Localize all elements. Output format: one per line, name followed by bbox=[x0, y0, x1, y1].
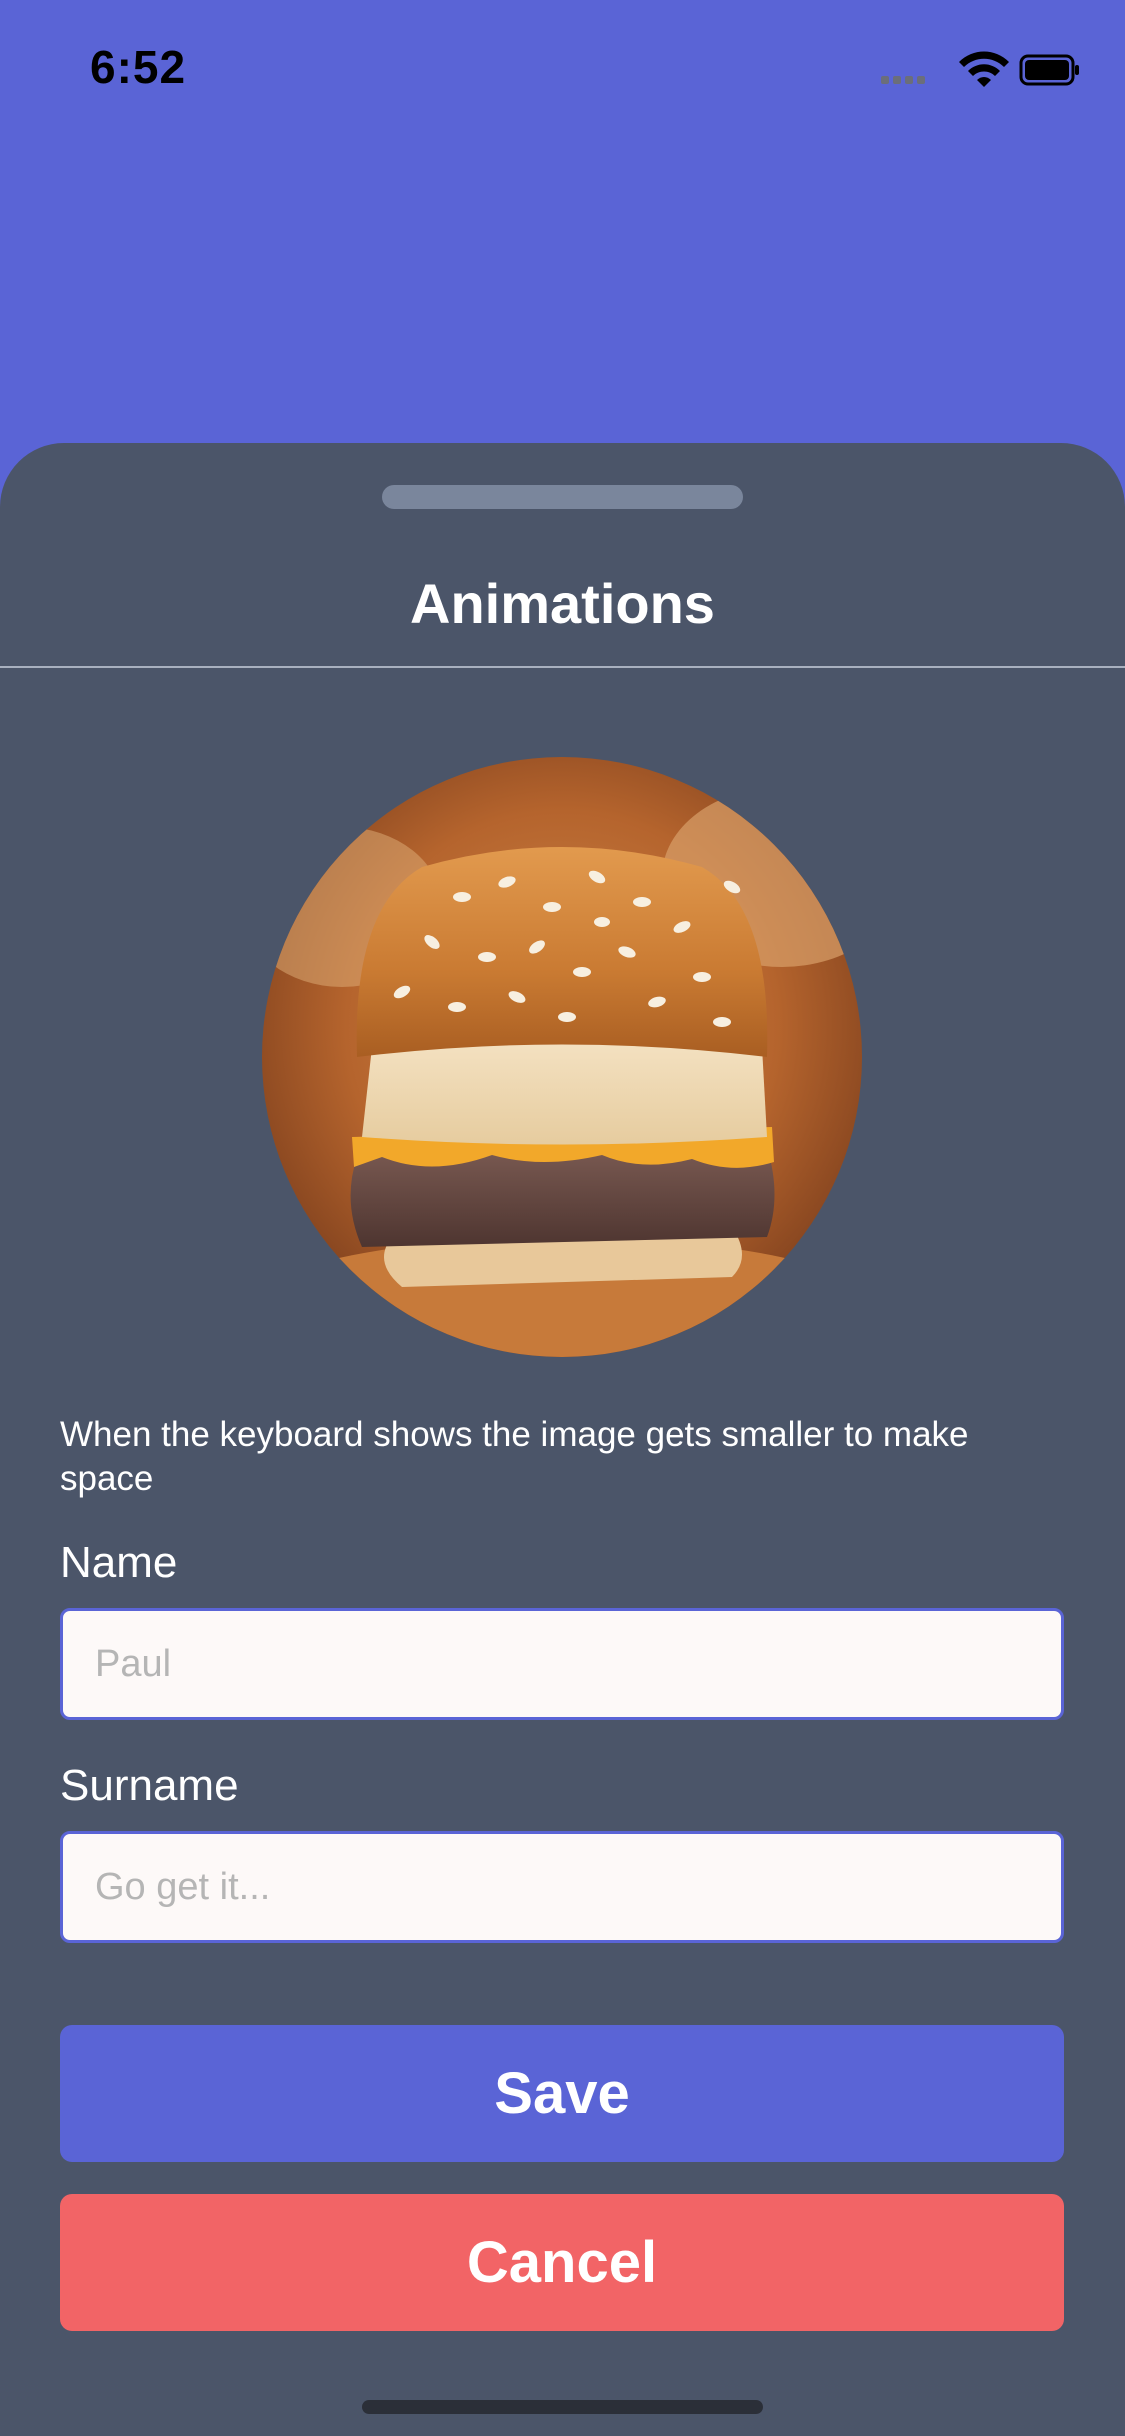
name-label: Name bbox=[60, 1538, 178, 1587]
battery-icon bbox=[1019, 54, 1079, 86]
home-indicator[interactable] bbox=[362, 2400, 763, 2414]
cellular-signal-icon bbox=[881, 76, 925, 84]
status-bar: 6:52 bbox=[0, 0, 1125, 140]
bottom-sheet: Animations When the keyboard shows the i… bbox=[0, 443, 1125, 2436]
name-input[interactable] bbox=[60, 1608, 1064, 1720]
wifi-icon bbox=[959, 51, 1009, 87]
status-time: 6:52 bbox=[90, 41, 187, 93]
cancel-button[interactable]: Cancel bbox=[60, 2194, 1064, 2331]
title-divider bbox=[0, 666, 1125, 668]
surname-input[interactable] bbox=[60, 1831, 1064, 1943]
sheet-title: Animations bbox=[410, 572, 715, 635]
status-icons bbox=[881, 51, 1079, 87]
burger-photo bbox=[262, 757, 862, 1357]
surname-label: Surname bbox=[60, 1761, 239, 1810]
image-caption: When the keyboard shows the image gets s… bbox=[60, 1415, 969, 1498]
sheet-grabber-handle[interactable] bbox=[382, 485, 743, 509]
burger-image bbox=[262, 757, 862, 1357]
save-button[interactable]: Save bbox=[60, 2025, 1064, 2162]
